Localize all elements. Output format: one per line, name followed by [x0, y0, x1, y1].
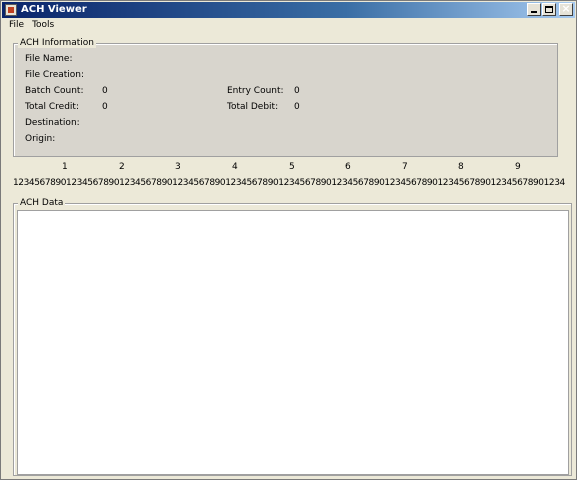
total-debit-label: Total Debit: [227, 102, 279, 112]
ach-information-panel: ACH Information File Name: File Creation… [13, 38, 558, 157]
file-creation-label: File Creation: [25, 70, 85, 80]
origin-label: Origin: [25, 134, 56, 144]
entry-count-label: Entry Count: [227, 86, 284, 96]
file-name-label: File Name: [25, 54, 73, 64]
window-title: ACH Viewer [21, 4, 87, 15]
ruler-tens-mark: 6 [345, 162, 351, 172]
column-ruler-digits: 1234567890123456789012345678901234567890… [13, 178, 565, 188]
ach-data-text-area[interactable] [17, 210, 569, 475]
menu-tools[interactable]: Tools [29, 19, 59, 34]
batch-count-value: 0 [102, 86, 108, 96]
title-bar[interactable]: ACH Viewer × [2, 2, 575, 18]
ach-data-legend: ACH Data [18, 198, 66, 208]
ruler-tens-mark: 1 [62, 162, 68, 172]
ach-viewer-window: ACH Viewer × File Tools ACH Information … [0, 0, 577, 480]
ruler-tens-mark: 5 [289, 162, 295, 172]
minimize-button[interactable] [527, 3, 541, 16]
total-credit-value: 0 [102, 102, 108, 112]
ruler-tens-mark: 4 [232, 162, 238, 172]
ruler-tens-mark: 7 [402, 162, 408, 172]
ach-information-legend: ACH Information [18, 38, 97, 48]
maximize-button[interactable] [542, 3, 556, 16]
menu-file[interactable]: File [6, 19, 29, 34]
ach-data-panel: ACH Data [13, 198, 572, 476]
ruler-tens-mark: 9 [515, 162, 521, 172]
app-icon [5, 4, 17, 16]
column-ruler-tens: 1 2 3 4 5 6 7 8 9 [13, 162, 565, 174]
destination-label: Destination: [25, 118, 80, 128]
maximize-icon [545, 6, 553, 13]
batch-count-label: Batch Count: [25, 86, 84, 96]
total-debit-value: 0 [294, 102, 300, 112]
minimize-icon [531, 11, 537, 13]
window-controls: × [527, 2, 573, 17]
close-icon: × [561, 2, 571, 15]
ruler-tens-mark: 3 [175, 162, 181, 172]
close-button[interactable]: × [559, 2, 573, 16]
ruler-tens-mark: 2 [119, 162, 125, 172]
ruler-tens-mark: 8 [458, 162, 464, 172]
entry-count-value: 0 [294, 86, 300, 96]
total-credit-label: Total Credit: [25, 102, 79, 112]
menu-bar: File Tools [2, 19, 575, 34]
